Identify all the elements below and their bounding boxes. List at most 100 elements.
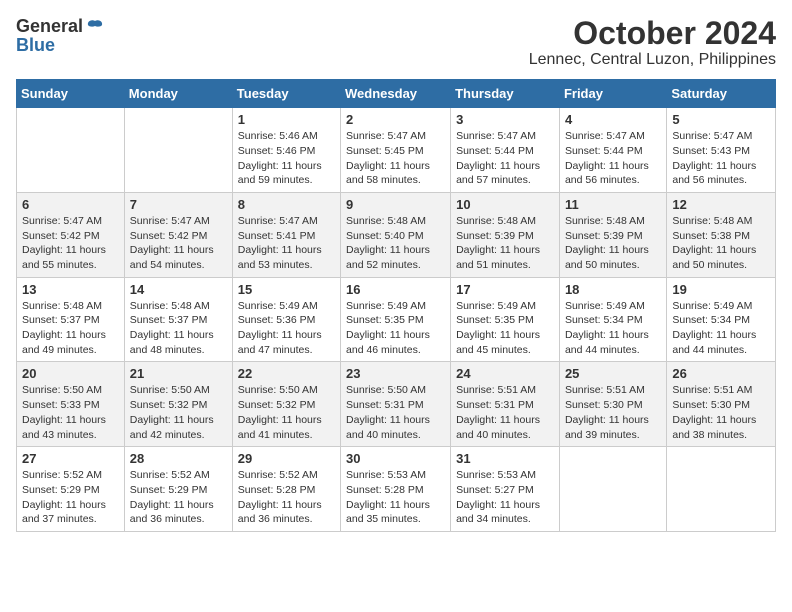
day-number: 9: [346, 197, 445, 212]
day-cell: 31Sunrise: 5:53 AMSunset: 5:27 PMDayligh…: [451, 447, 560, 532]
logo-general-text: General: [16, 16, 83, 37]
day-detail: Sunrise: 5:47 AMSunset: 5:44 PMDaylight:…: [565, 129, 661, 188]
day-cell: 15Sunrise: 5:49 AMSunset: 5:36 PMDayligh…: [232, 277, 340, 362]
day-number: 7: [130, 197, 227, 212]
day-cell: 5 Sunrise: 5:47 AMSunset: 5:43 PMDaylight…: [667, 108, 776, 193]
column-header-monday: Monday: [124, 80, 232, 108]
day-cell: 30 Sunrise: 5:53 AMSunset: 5:28 PMDayligh…: [341, 447, 451, 532]
day-number: 5: [672, 112, 770, 127]
logo-blue-text: Blue: [16, 35, 55, 56]
day-detail: Sunrise: 5:48 AMSunset: 5:38 PMDaylight:…: [672, 214, 770, 273]
day-number: 26: [672, 366, 770, 381]
day-detail: Sunrise: 5:47 AMSunset: 5:41 PMDaylight:…: [238, 214, 335, 273]
day-number: 8: [238, 197, 335, 212]
day-detail: Sunrise: 5:52 AMSunset: 5:29 PMDaylight:…: [130, 468, 227, 527]
day-detail: Sunrise: 5:50 AMSunset: 5:31 PMDaylight:…: [346, 383, 445, 442]
day-number: 19: [672, 282, 770, 297]
week-row-2: 6 Sunrise: 5:47 AMSunset: 5:42 PMDaylight…: [17, 192, 776, 277]
day-number: 1: [238, 112, 335, 127]
day-number: 15: [238, 282, 335, 297]
day-detail: Sunrise: 5:48 AMSunset: 5:39 PMDaylight:…: [565, 214, 661, 273]
day-detail: Sunrise: 5:53 AMSunset: 5:28 PMDaylight:…: [346, 468, 445, 527]
logo-bird-icon: [85, 17, 105, 37]
column-header-sunday: Sunday: [17, 80, 125, 108]
week-row-5: 27 Sunrise: 5:52 AMSunset: 5:29 PMDayligh…: [17, 447, 776, 532]
day-cell: 14 Sunrise: 5:48 AMSunset: 5:37 PMDayligh…: [124, 277, 232, 362]
day-detail: Sunrise: 5:50 AMSunset: 5:32 PMDaylight:…: [238, 383, 335, 442]
day-number: 17: [456, 282, 554, 297]
day-number: 13: [22, 282, 119, 297]
day-detail: Sunrise: 5:47 AMSunset: 5:45 PMDaylight:…: [346, 129, 445, 188]
location-title: Lennec, Central Luzon, Philippines: [529, 51, 776, 69]
day-number: 11: [565, 197, 661, 212]
day-detail: Sunrise: 5:48 AMSunset: 5:40 PMDaylight:…: [346, 214, 445, 273]
day-detail: Sunrise: 5:49 AMSunset: 5:35 PMDaylight:…: [456, 299, 554, 358]
day-number: 16: [346, 282, 445, 297]
month-title: October 2024: [529, 16, 776, 51]
column-header-thursday: Thursday: [451, 80, 560, 108]
title-area: October 2024 Lennec, Central Luzon, Phil…: [529, 16, 776, 69]
day-cell: 16Sunrise: 5:49 AMSunset: 5:35 PMDayligh…: [341, 277, 451, 362]
week-row-4: 20 Sunrise: 5:50 AMSunset: 5:33 PMDayligh…: [17, 362, 776, 447]
day-cell: 23 Sunrise: 5:50 AMSunset: 5:31 PMDayligh…: [341, 362, 451, 447]
day-detail: Sunrise: 5:51 AMSunset: 5:30 PMDaylight:…: [565, 383, 661, 442]
day-cell: 20 Sunrise: 5:50 AMSunset: 5:33 PMDayligh…: [17, 362, 125, 447]
day-detail: Sunrise: 5:48 AMSunset: 5:37 PMDaylight:…: [130, 299, 227, 358]
day-number: 18: [565, 282, 661, 297]
day-cell: 10Sunrise: 5:48 AMSunset: 5:39 PMDayligh…: [451, 192, 560, 277]
day-detail: Sunrise: 5:51 AMSunset: 5:30 PMDaylight:…: [672, 383, 770, 442]
day-cell: 27 Sunrise: 5:52 AMSunset: 5:29 PMDayligh…: [17, 447, 125, 532]
day-number: 12: [672, 197, 770, 212]
day-cell: [124, 108, 232, 193]
day-detail: Sunrise: 5:51 AMSunset: 5:31 PMDaylight:…: [456, 383, 554, 442]
day-number: 29: [238, 451, 335, 466]
day-cell: 24 Sunrise: 5:51 AMSunset: 5:31 PMDayligh…: [451, 362, 560, 447]
day-number: 10: [456, 197, 554, 212]
day-cell: 1 Sunrise: 5:46 AMSunset: 5:46 PMDaylight…: [232, 108, 340, 193]
page-header: General Blue October 2024 Lennec, Centra…: [16, 16, 776, 69]
column-header-saturday: Saturday: [667, 80, 776, 108]
day-cell: 17 Sunrise: 5:49 AMSunset: 5:35 PMDayligh…: [451, 277, 560, 362]
day-detail: Sunrise: 5:50 AMSunset: 5:32 PMDaylight:…: [130, 383, 227, 442]
day-cell: 3 Sunrise: 5:47 AMSunset: 5:44 PMDaylight…: [451, 108, 560, 193]
day-detail: Sunrise: 5:46 AMSunset: 5:46 PMDaylight:…: [238, 129, 335, 188]
day-detail: Sunrise: 5:50 AMSunset: 5:33 PMDaylight:…: [22, 383, 119, 442]
day-cell: 25 Sunrise: 5:51 AMSunset: 5:30 PMDayligh…: [559, 362, 666, 447]
day-detail: Sunrise: 5:47 AMSunset: 5:42 PMDaylight:…: [22, 214, 119, 273]
day-detail: Sunrise: 5:47 AMSunset: 5:43 PMDaylight:…: [672, 129, 770, 188]
day-number: 4: [565, 112, 661, 127]
day-number: 21: [130, 366, 227, 381]
day-number: 23: [346, 366, 445, 381]
day-cell: 29 Sunrise: 5:52 AMSunset: 5:28 PMDayligh…: [232, 447, 340, 532]
day-number: 25: [565, 366, 661, 381]
day-cell: 22 Sunrise: 5:50 AMSunset: 5:32 PMDayligh…: [232, 362, 340, 447]
day-cell: 4 Sunrise: 5:47 AMSunset: 5:44 PMDaylight…: [559, 108, 666, 193]
day-detail: Sunrise: 5:52 AMSunset: 5:28 PMDaylight:…: [238, 468, 335, 527]
day-detail: Sunrise: 5:52 AMSunset: 5:29 PMDaylight:…: [22, 468, 119, 527]
day-number: 6: [22, 197, 119, 212]
day-detail: Sunrise: 5:47 AMSunset: 5:44 PMDaylight:…: [456, 129, 554, 188]
day-number: 14: [130, 282, 227, 297]
day-cell: 7 Sunrise: 5:47 AMSunset: 5:42 PMDaylight…: [124, 192, 232, 277]
day-number: 24: [456, 366, 554, 381]
day-number: 22: [238, 366, 335, 381]
column-header-friday: Friday: [559, 80, 666, 108]
day-detail: Sunrise: 5:53 AMSunset: 5:27 PMDaylight:…: [456, 468, 554, 527]
day-number: 30: [346, 451, 445, 466]
day-cell: 13 Sunrise: 5:48 AMSunset: 5:37 PMDayligh…: [17, 277, 125, 362]
day-cell: 6 Sunrise: 5:47 AMSunset: 5:42 PMDaylight…: [17, 192, 125, 277]
day-number: 20: [22, 366, 119, 381]
day-number: 2: [346, 112, 445, 127]
column-header-wednesday: Wednesday: [341, 80, 451, 108]
calendar-table: SundayMondayTuesdayWednesdayThursdayFrid…: [16, 79, 776, 532]
day-cell: 11 Sunrise: 5:48 AMSunset: 5:39 PMDayligh…: [559, 192, 666, 277]
day-number: 3: [456, 112, 554, 127]
week-row-1: 1 Sunrise: 5:46 AMSunset: 5:46 PMDaylight…: [17, 108, 776, 193]
logo: General Blue: [16, 16, 105, 56]
day-detail: Sunrise: 5:48 AMSunset: 5:37 PMDaylight:…: [22, 299, 119, 358]
day-cell: 21 Sunrise: 5:50 AMSunset: 5:32 PMDayligh…: [124, 362, 232, 447]
day-number: 27: [22, 451, 119, 466]
day-detail: Sunrise: 5:47 AMSunset: 5:42 PMDaylight:…: [130, 214, 227, 273]
day-number: 28: [130, 451, 227, 466]
day-cell: 28 Sunrise: 5:52 AMSunset: 5:29 PMDayligh…: [124, 447, 232, 532]
